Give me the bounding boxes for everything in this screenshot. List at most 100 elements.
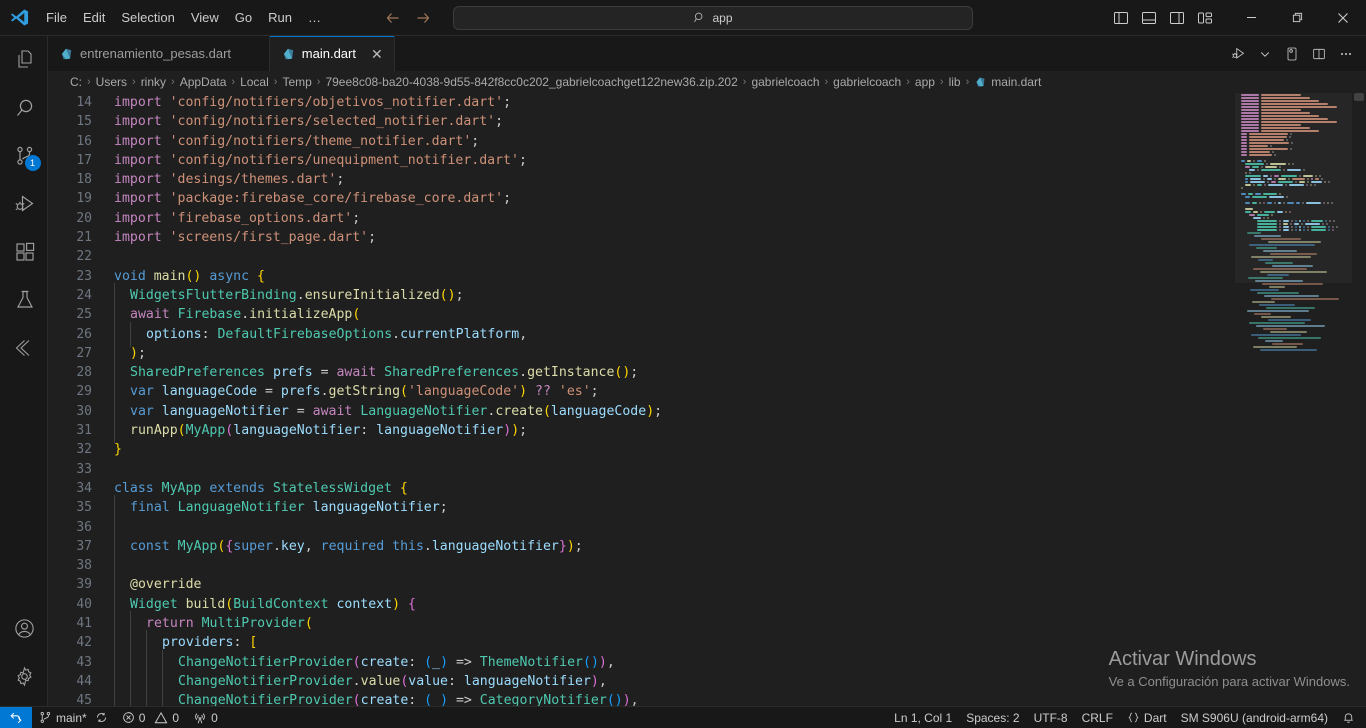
code-line[interactable]: 18 import 'desings/themes.dart'; [48,170,1235,189]
toggle-secondary-sidebar-icon[interactable] [1164,5,1190,31]
code-line[interactable]: 40 Widget build(BuildContext context) { [48,591,1235,618]
code-line[interactable]: 26 options: DefaultFirebaseOptions.curre… [48,321,1235,348]
code-line[interactable]: 30 var languageNotifier = await Language… [48,398,1235,425]
sidebar-item-explorer[interactable] [0,36,48,84]
accounts-button[interactable] [0,604,48,652]
code-line[interactable]: 19 import 'package:firebase_core/firebase… [48,189,1235,208]
code-line[interactable]: 34 class MyApp extends StatelessWidget { [48,479,1235,498]
toggle-panel-icon[interactable] [1136,5,1162,31]
breadcrumb-item-3[interactable]: AppData [178,75,229,89]
breadcrumb-item-2[interactable]: rinky [139,75,168,89]
sidebar-item-source-control[interactable]: 1 [0,132,48,180]
source-code[interactable]: 14 import 'config/notifiers/objetivos_not… [48,93,1235,706]
line-content: ChangeNotifierProvider(create: (_) => Th… [92,649,1235,676]
code-line[interactable]: 36 [48,514,1235,541]
run-and-debug-button[interactable] [1226,42,1250,66]
code-line[interactable]: 35 final LanguageNotifier languageNotifi… [48,495,1235,521]
code-line[interactable]: 42 providers: [ [48,630,1235,656]
code-line[interactable]: 32} [48,440,1235,459]
code-line[interactable]: 39 @override [48,572,1235,599]
sidebar-item-flutter[interactable] [0,324,48,372]
close-button[interactable] [1320,0,1366,36]
status-problems[interactable]: 0 0 [115,707,186,728]
sidebar-item-run-debug[interactable] [0,180,48,228]
minimap[interactable] [1235,93,1366,706]
device-icon[interactable] [1280,42,1304,66]
status-device[interactable]: SM S906U (android-arm64) [1174,707,1335,728]
code-line[interactable]: 33 [48,460,1235,479]
status-branch[interactable]: main* [32,707,115,728]
editor-scrollbar[interactable] [1352,93,1366,706]
breadcrumb-item-4[interactable]: Local [238,75,271,89]
breadcrumb-item-5[interactable]: Temp [280,75,313,89]
menu-view[interactable]: View [183,7,227,29]
code-line[interactable]: 27 ); [48,340,1235,367]
status-eol[interactable]: CRLF [1075,707,1120,728]
chevron-down-icon[interactable] [1253,42,1277,66]
code-line[interactable]: 16 import 'config/notifiers/theme_notifie… [48,132,1235,151]
sidebar-item-extensions[interactable] [0,228,48,276]
code-line[interactable]: 14 import 'config/notifiers/objetivos_not… [48,93,1235,112]
code-line[interactable]: 43 ChangeNotifierProvider(create: (_) =>… [48,649,1235,676]
breadcrumb-item-1[interactable]: Users [94,75,129,89]
breadcrumb-item-file[interactable]: main.dart [972,75,1043,89]
status-cursor-position[interactable]: Ln 1, Col 1 [887,707,959,728]
status-indentation[interactable]: Spaces: 2 [959,707,1026,728]
breadcrumb-item-7[interactable]: gabrielcoach [749,75,821,89]
split-editor-button[interactable] [1307,42,1331,66]
toggle-primary-sidebar-icon[interactable] [1108,5,1134,31]
code-line[interactable]: 45 ChangeNotifierProvider(create: (_) =>… [48,688,1235,706]
status-notifications[interactable] [1335,707,1362,728]
sidebar-item-testing[interactable] [0,276,48,324]
code-line[interactable]: 41 return MultiProvider( [48,610,1235,637]
breadcrumb-item-9[interactable]: app [913,75,937,89]
scrollbar-thumb[interactable] [1354,93,1364,101]
status-language-mode[interactable]: Dart [1120,707,1174,728]
code-line[interactable]: 37 const MyApp({super.key, required this… [48,533,1235,560]
settings-button[interactable] [0,652,48,700]
breadcrumb-item-8[interactable]: gabrielcoach [831,75,903,89]
maximize-button[interactable] [1274,0,1320,36]
code-line[interactable]: 20 import 'firebase_options.dart'; [48,209,1235,228]
close-icon[interactable]: ✕ [371,47,383,61]
breadcrumb-item-6[interactable]: 79ee8c08-ba20-4038-9d55-842f8cc0c202_gab… [323,75,739,89]
code-line[interactable]: 44 ChangeNotifierProvider.value(value: l… [48,668,1235,695]
tab-main-dart[interactable]: main.dart ✕ [269,36,395,71]
breadcrumb-separator: › [171,76,175,88]
breadcrumb-item-0[interactable]: C: [68,75,84,89]
remote-indicator-icon[interactable] [0,706,32,728]
sidebar-item-search[interactable] [0,84,48,132]
menu-file[interactable]: File [38,7,75,29]
code-line[interactable]: 22 [48,247,1235,266]
arrow-left-icon[interactable] [385,10,401,26]
breadcrumb-item-10[interactable]: lib [947,75,963,89]
menu-edit[interactable]: Edit [75,7,113,29]
code-line[interactable]: 23 void main() async { [48,267,1235,286]
code-line[interactable]: 38 [48,553,1235,579]
menu-selection[interactable]: Selection [113,7,182,29]
arrow-right-icon[interactable] [415,10,431,26]
customize-layout-icon[interactable] [1192,5,1218,31]
command-center[interactable]: app [453,5,973,30]
line-content: ); [92,340,1235,367]
menu-go[interactable]: Go [227,7,260,29]
tab-entrenamiento-pesas[interactable]: entrenamiento_pesas.dart ✕ [48,36,270,71]
code-line[interactable]: 28 SharedPreferences prefs = await Share… [48,360,1235,386]
sync-icon[interactable] [95,711,108,724]
code-line[interactable]: 17 import 'config/notifiers/unequipment_n… [48,151,1235,170]
line-number: 21 [76,230,92,246]
code-line[interactable]: 21 import 'screens/first_page.dart'; [48,228,1235,247]
code-scroll-area[interactable]: 14 import 'config/notifiers/objetivos_not… [48,93,1235,706]
code-line[interactable]: 29 var languageCode = prefs.getString('l… [48,379,1235,406]
code-line[interactable]: 15 import 'config/notifiers/selected_noti… [48,112,1235,131]
status-encoding[interactable]: UTF-8 [1027,707,1075,728]
menu-run[interactable]: Run [260,7,300,29]
minimize-button[interactable] [1228,0,1274,36]
code-line[interactable]: 24 WidgetsFlutterBinding.ensureInitializ… [48,282,1235,309]
code-line[interactable]: 25 await Firebase.initializeApp( [48,302,1235,328]
code-line[interactable]: 31 runApp(MyApp(languageNotifier: langua… [48,418,1235,444]
more-actions-button[interactable] [1334,42,1358,66]
status-ports[interactable]: 0 [186,707,225,728]
menu-more[interactable]: … [300,7,329,29]
line-content: void main() async { [114,268,265,284]
